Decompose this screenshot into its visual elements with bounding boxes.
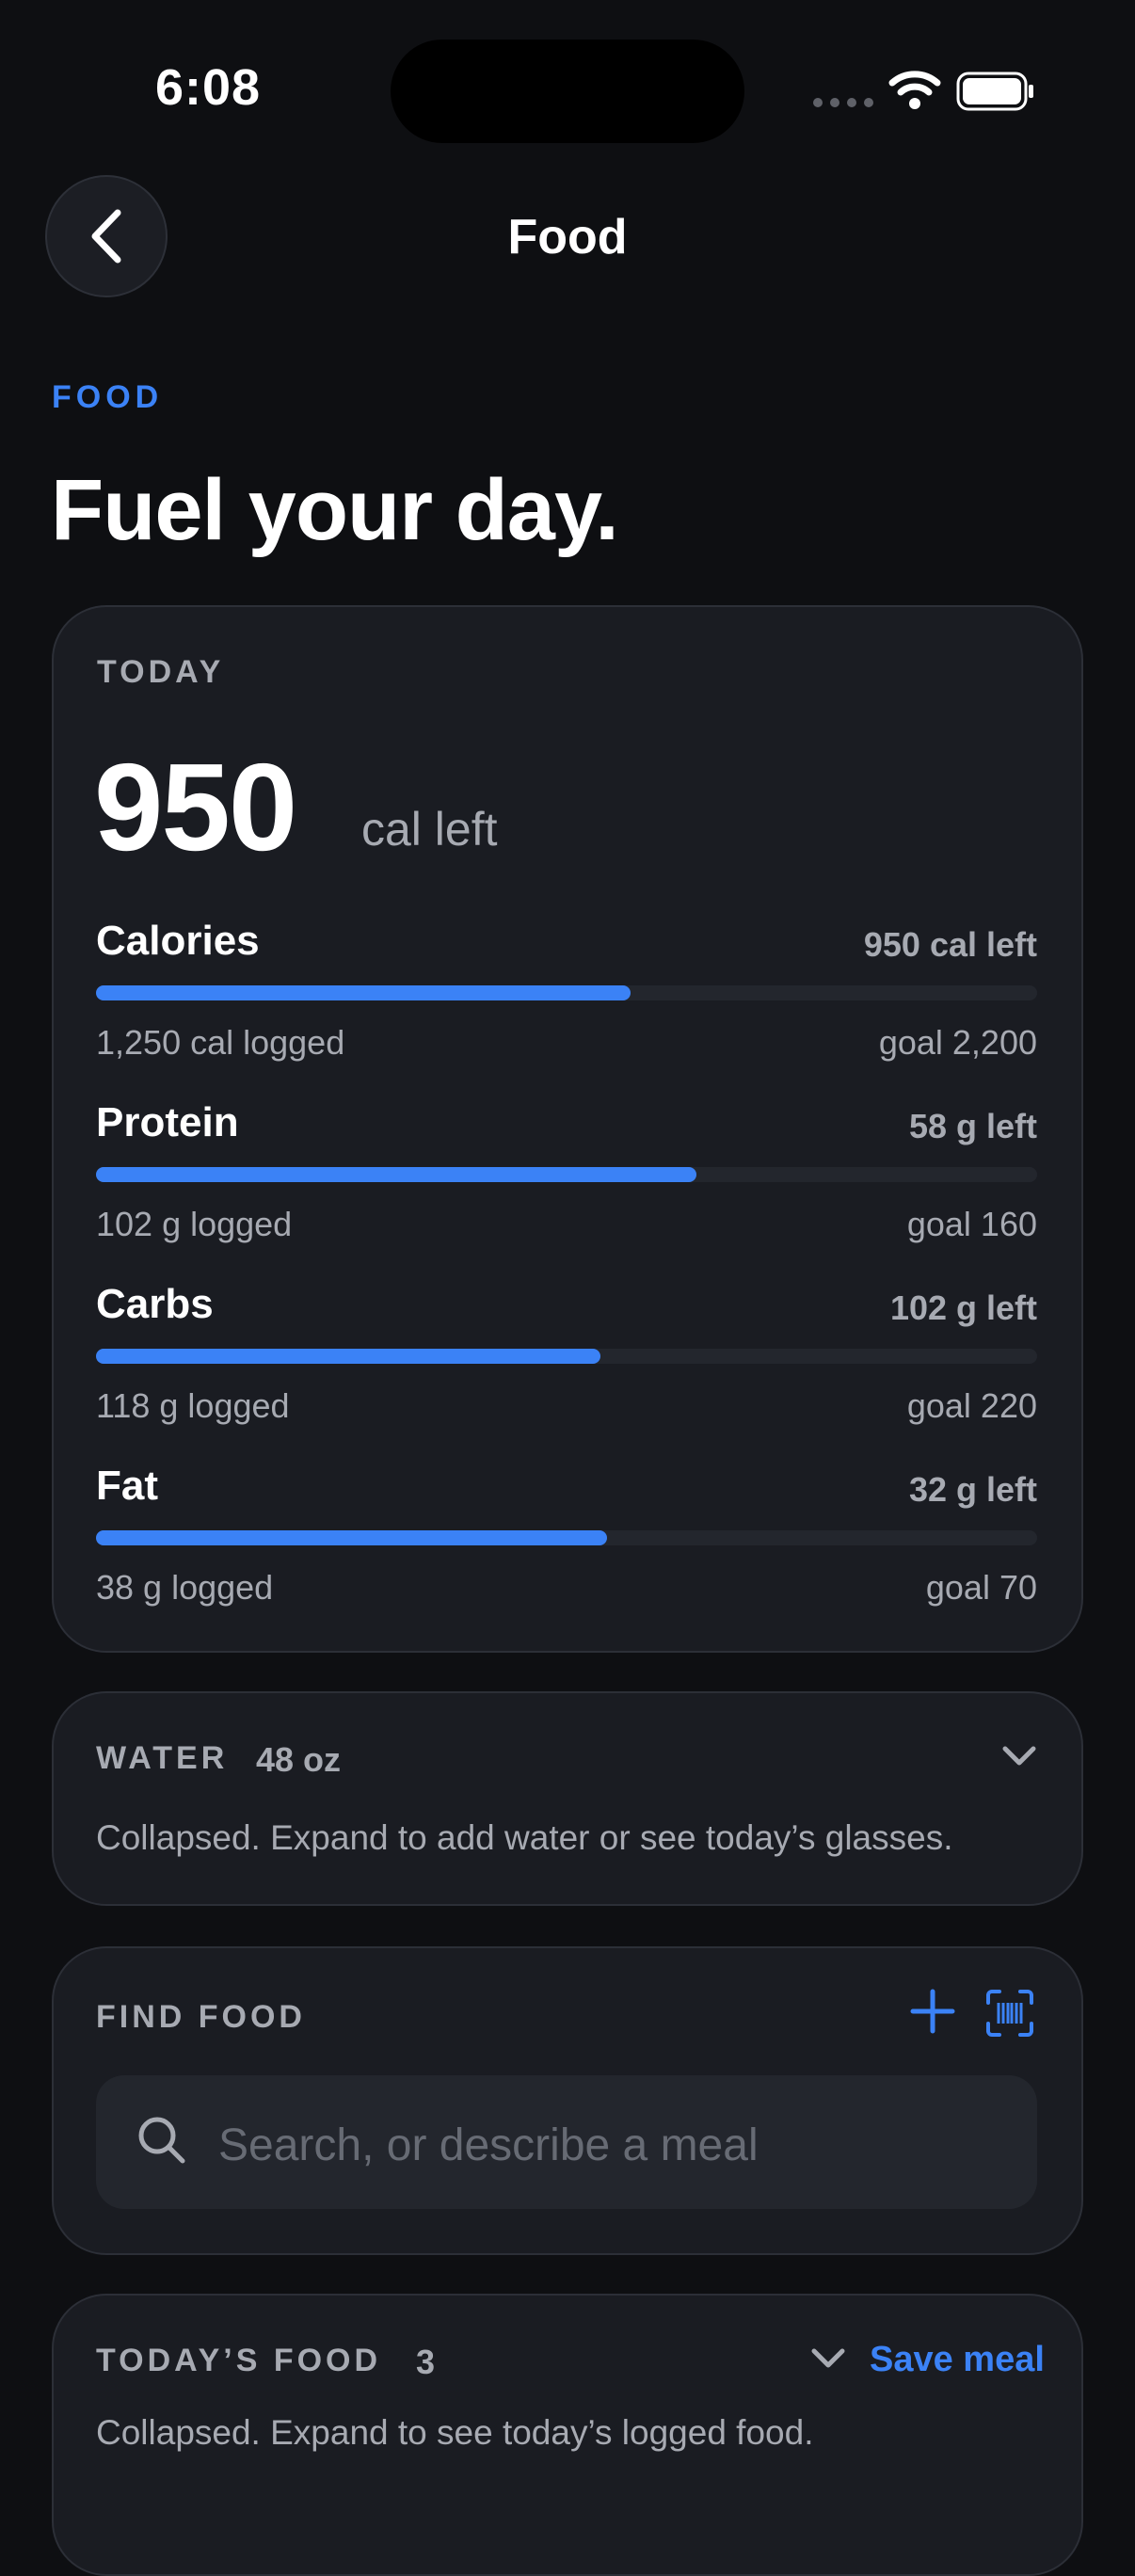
save-meal-button[interactable]: Save meal bbox=[870, 2340, 1045, 2380]
macro-logged: 38 g logged bbox=[96, 1568, 274, 1607]
calories-left-value: 950 bbox=[94, 738, 297, 876]
macro-progress-track bbox=[96, 1349, 1037, 1364]
chevron-down-icon[interactable] bbox=[1000, 1743, 1038, 1769]
chevron-down-icon[interactable] bbox=[809, 2345, 847, 2372]
nav-title: Food bbox=[507, 210, 628, 264]
macro-goal: goal 160 bbox=[906, 1205, 1037, 1243]
water-amount: 48 oz bbox=[256, 1740, 342, 1779]
add-food-button[interactable] bbox=[907, 1986, 958, 2037]
macro-name: Calories bbox=[96, 918, 260, 964]
macro-progress-track bbox=[96, 1530, 1037, 1545]
macro-name: Fat bbox=[96, 1463, 158, 1509]
battery-icon bbox=[956, 72, 1033, 111]
macro-logged: 1,250 cal logged bbox=[96, 1023, 345, 1062]
cellular-signal-icon bbox=[813, 98, 873, 107]
water-label: WATER bbox=[96, 1740, 229, 1776]
dynamic-island bbox=[391, 40, 744, 143]
macro-logged: 118 g logged bbox=[96, 1386, 290, 1425]
macro-goal: goal 2,200 bbox=[878, 1023, 1037, 1062]
wifi-icon bbox=[888, 71, 941, 109]
macro-progress-fill bbox=[96, 1167, 696, 1182]
macro-name: Carbs bbox=[96, 1281, 214, 1327]
macro-progress-fill bbox=[96, 1349, 600, 1364]
search-icon bbox=[138, 2117, 185, 2164]
macro-progress-fill bbox=[96, 1530, 607, 1545]
macro-remaining: 102 g left bbox=[889, 1288, 1037, 1327]
water-card[interactable] bbox=[52, 1691, 1083, 1906]
todays-food-description: Collapsed. Expand to see today’s logged … bbox=[96, 2413, 814, 2452]
macro-logged: 102 g logged bbox=[96, 1205, 293, 1243]
macro-goal: goal 220 bbox=[906, 1386, 1037, 1425]
macro-progress-track bbox=[96, 985, 1037, 1000]
page-headline: Fuel your day. bbox=[51, 462, 619, 558]
macro-progress-track bbox=[96, 1167, 1037, 1182]
status-time: 6:08 bbox=[155, 59, 262, 116]
water-description: Collapsed. Expand to add water or see to… bbox=[96, 1818, 953, 1857]
macro-goal: goal 70 bbox=[925, 1568, 1037, 1607]
todays-food-count: 3 bbox=[416, 2343, 436, 2381]
today-label: TODAY bbox=[97, 654, 225, 690]
macro-remaining: 58 g left bbox=[908, 1107, 1037, 1145]
find-food-label: FIND FOOD bbox=[96, 1999, 306, 2035]
macro-remaining: 32 g left bbox=[908, 1470, 1037, 1509]
calories-left-unit: cal left bbox=[361, 803, 498, 856]
todays-food-label: TODAY’S FOOD bbox=[96, 2343, 382, 2378]
macro-remaining: 950 cal left bbox=[863, 925, 1037, 964]
macro-progress-fill bbox=[96, 985, 631, 1000]
barcode-scan-icon[interactable] bbox=[984, 1988, 1035, 2039]
section-eyebrow: FOOD bbox=[52, 379, 164, 415]
macro-name: Protein bbox=[96, 1099, 239, 1145]
search-placeholder[interactable]: Search, or describe a meal bbox=[218, 2120, 759, 2171]
